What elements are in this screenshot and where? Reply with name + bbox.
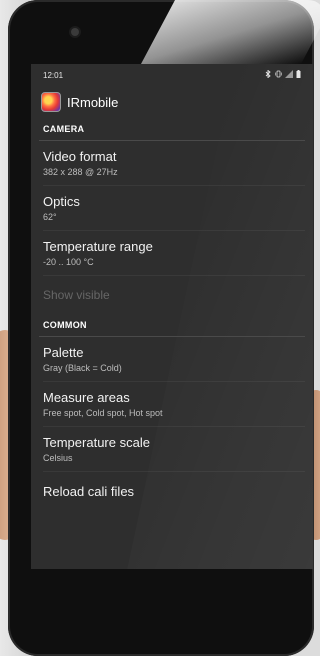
pref-summary: 62°: [43, 212, 57, 222]
pref-summary: Celsius: [43, 453, 73, 463]
bluetooth-icon: [265, 69, 272, 80]
section-header-common: COMMON: [43, 320, 87, 330]
pref-summary: -20 .. 100 °C: [43, 257, 94, 267]
section-header-camera: CAMERA: [43, 124, 85, 134]
pref-title: Palette: [43, 345, 84, 360]
status-bar: 12:01: [31, 64, 313, 86]
pref-title: Temperature range: [43, 239, 153, 254]
battery-icon: [296, 70, 301, 80]
pref-summary: Gray (Black = Cold): [43, 363, 122, 373]
pref-temperature-scale[interactable]: Temperature scale Celsius: [31, 427, 313, 471]
pref-palette[interactable]: Palette Gray (Black = Cold): [31, 337, 313, 381]
signal-icon: [285, 70, 293, 80]
pref-temperature-range[interactable]: Temperature range -20 .. 100 °C: [31, 231, 313, 275]
pref-title: Show visible: [43, 288, 110, 302]
pref-title: Reload cali files: [43, 484, 135, 499]
pref-title: Temperature scale: [43, 435, 150, 450]
pref-measure-areas[interactable]: Measure areas Free spot, Cold spot, Hot …: [31, 382, 313, 426]
phone-screen: 12:01 IRmobile CAMERA Video format 382 x…: [31, 64, 313, 569]
pref-title: Video format: [43, 149, 117, 164]
glass-glare: [140, 0, 320, 64]
phone-frame: 12:01 IRmobile CAMERA Video format 382 x…: [8, 0, 320, 656]
pref-summary: Free spot, Cold spot, Hot spot: [43, 408, 163, 418]
vibrate-icon: [275, 70, 282, 80]
pref-reload-cali-files[interactable]: Reload cali files: [31, 472, 313, 507]
pref-optics[interactable]: Optics 62°: [31, 186, 313, 230]
app-title: IRmobile: [67, 94, 119, 110]
status-time: 12:01: [43, 70, 64, 80]
pref-title: Optics: [43, 194, 80, 209]
irmobile-logo-icon: [41, 92, 61, 112]
pref-summary: 382 x 288 @ 27Hz: [43, 167, 118, 177]
pref-show-visible: Show visible: [31, 276, 313, 314]
pref-title: Measure areas: [43, 390, 130, 405]
front-camera: [71, 28, 79, 36]
pref-video-format[interactable]: Video format 382 x 288 @ 27Hz: [31, 141, 313, 185]
status-icons: [265, 69, 301, 80]
app-bar: IRmobile: [31, 86, 313, 118]
